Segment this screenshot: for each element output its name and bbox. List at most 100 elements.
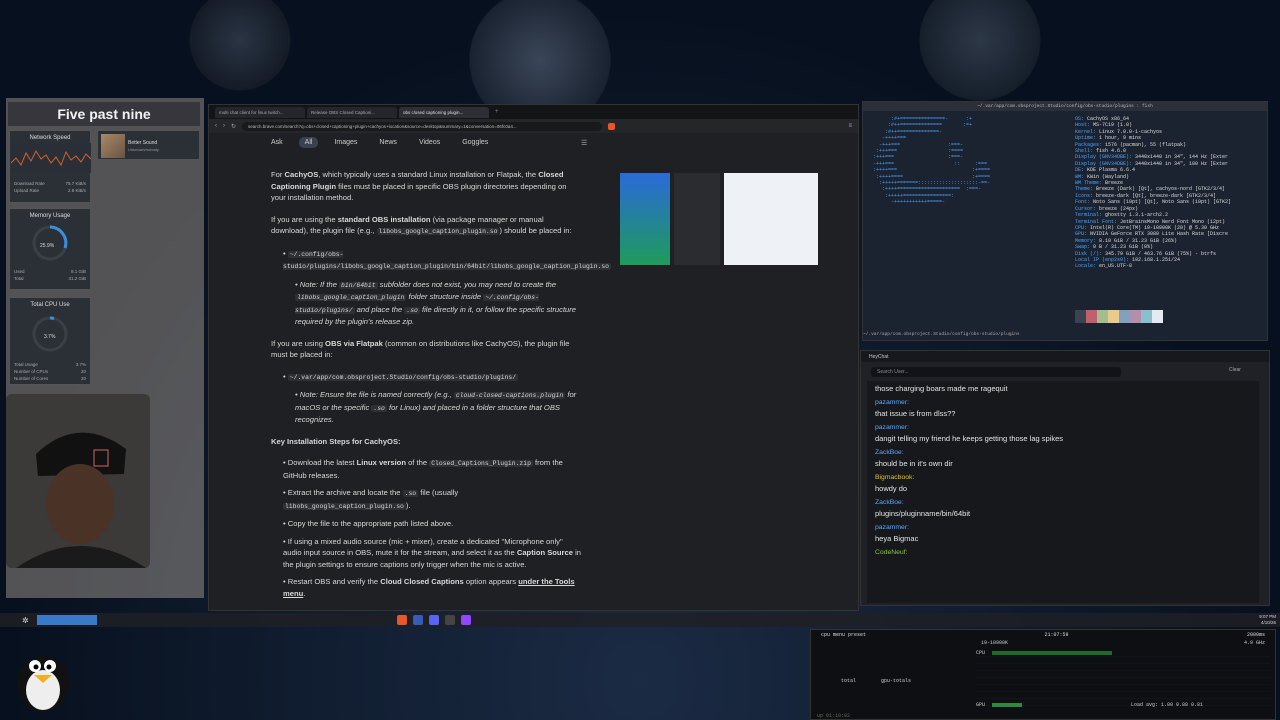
memory-total-label: Total (14, 276, 24, 281)
cpu-bar (992, 651, 1112, 655)
menu-icon[interactable]: ≡ (848, 123, 852, 129)
btop-gpu-label: GPU (976, 702, 986, 708)
forward-icon[interactable]: › (223, 123, 225, 129)
reload-icon[interactable]: ↻ (231, 123, 236, 130)
nav-news[interactable]: News (379, 139, 397, 146)
streamer-silhouette (6, 394, 150, 568)
btop-rate[interactable]: 2000ms (1247, 632, 1265, 638)
palette-swatch (1119, 310, 1130, 323)
nav-goggles[interactable]: Goggles (462, 139, 488, 146)
browser-tab[interactable]: Release OBS Closed Captioni... (307, 106, 397, 118)
sysinfo-key: Display (GNV34DBE): (1075, 160, 1133, 167)
nav-all[interactable]: All (298, 137, 319, 148)
chat-username[interactable]: CodeNeuf: (875, 549, 1251, 556)
btop-time: 21:07:59 (1044, 632, 1069, 638)
app-launcher-icon[interactable]: ✲ (22, 616, 29, 625)
tux-penguin-icon (17, 656, 69, 712)
terminal-icon[interactable] (412, 615, 423, 625)
clock-widget: Five past nine (8, 102, 200, 126)
nav-ask[interactable]: Ask (271, 139, 283, 146)
sysinfo-value: 1576 (pacman), 55 (flatpak) (1105, 141, 1187, 148)
btop-cpu-model: i9-10900K (981, 640, 1009, 646)
cpu-gauge (32, 316, 68, 352)
tab-bar: multi chat client for linux twitch... Re… (209, 105, 858, 119)
chat-username[interactable]: ZackBoe: (875, 449, 1251, 456)
upload-label: Upload Rate (14, 188, 40, 193)
terminal-prompt[interactable]: ~/.var/app/com.obsproject.Studio/config/… (863, 332, 1020, 337)
system-tray[interactable]: 9:07 PM 4/10/26 (1259, 614, 1276, 626)
browser-tab[interactable]: multi chat client for linux twitch... (215, 106, 305, 118)
color-palette (1075, 310, 1163, 323)
chat-text: plugins/pluginname/bin/64bit (875, 509, 971, 518)
network-widget: Network Speed Download Rate 75.7 KiB/s Up… (9, 130, 92, 203)
sysinfo-key: Display (GNV34DBE): (1075, 154, 1133, 161)
new-tab-icon[interactable]: + (495, 109, 499, 115)
chat-username[interactable]: pazammer: (875, 399, 1251, 406)
back-icon[interactable]: ‹ (215, 123, 217, 129)
chat-message: pazammer: that issue is from dlss?? (867, 396, 1259, 421)
twitch-icon[interactable] (460, 615, 471, 625)
chat-text: howdy do (875, 484, 908, 493)
sysinfo-value: KWin (Wayland) (1087, 173, 1130, 180)
download-value: 75.7 KiB/s (65, 181, 86, 186)
path-code[interactable]: ~/.var/app/com.obsproject.Studio/config/… (287, 373, 519, 381)
music-title: Better Sound (128, 140, 158, 146)
chat-username[interactable]: pazammer: (875, 524, 1251, 531)
image-result[interactable] (724, 173, 818, 265)
gpu-bar (992, 703, 1022, 707)
sysinfo-key: Host: (1075, 122, 1091, 129)
sysinfo-value: breeze-dark [Qt], breeze-dark [GTK2/3/4] (1096, 192, 1217, 199)
music-subtitle: Unknown/nobody (128, 147, 159, 152)
chat-text: heya Bigmac (875, 534, 919, 543)
obs-icon[interactable] (444, 615, 455, 625)
terminal-title: ~/.var/app/com.obsproject.Studio/config/… (863, 102, 1267, 111)
palette-swatch (1086, 310, 1097, 323)
btop-menu[interactable]: cpu menu preset (821, 632, 866, 638)
chat-text: dangit telling my friend he keeps gettin… (875, 434, 1064, 443)
sysinfo-key: Swap: (1075, 244, 1091, 251)
image-result[interactable] (620, 173, 670, 265)
clear-button[interactable]: Clear (1229, 367, 1241, 373)
sysinfo-value: 3440x1440 in 34", 100 Hz [Exter (1135, 160, 1229, 167)
url-toolbar: ‹ › ↻ search.brave.com/search?q=obs+clos… (209, 119, 858, 133)
discord-icon[interactable] (428, 615, 439, 625)
palette-swatch (1097, 310, 1108, 323)
fastfetch-info: OS: CachyOS x86_64 Host: MS-7C19 (1.0) Ker… (1075, 116, 1270, 270)
chat-username[interactable]: Bigmacbook: (875, 474, 1251, 481)
sysinfo-key: Packages: (1075, 141, 1103, 148)
music-widget[interactable]: Better Sound Unknown/nobody (97, 130, 200, 160)
sysinfo-value: breeze (24px) (1099, 205, 1139, 212)
steps-heading: Key Installation Steps for CachyOS: (271, 436, 401, 446)
chat-username[interactable]: ZackBoe: (875, 499, 1251, 506)
cpu-row-value: 3.7% (75, 362, 86, 367)
sysinfo-key: Shell: (1075, 148, 1094, 155)
brave-shield-icon[interactable] (608, 122, 616, 130)
btop-uptime: up 01:10:02 (817, 713, 851, 719)
sysinfo-value: Breeze (Dark) [Qt], cachyos-nord [GTK2/3… (1096, 186, 1226, 193)
filter-icon[interactable]: ☰ (581, 139, 587, 147)
nav-images[interactable]: Images (334, 139, 357, 146)
sysinfo-value: KDE Plasma 6.6.4 (1087, 167, 1136, 174)
sysinfo-key: Cursor: (1075, 205, 1097, 212)
path-code[interactable]: ~/.config/obs-studio/plugins/libobs_goog… (283, 250, 611, 270)
chat-username[interactable]: pazammer: (875, 424, 1251, 431)
sysinfo-key: Terminal Font: (1075, 218, 1118, 225)
nav-videos[interactable]: Videos (419, 139, 440, 146)
sysinfo-key: Uptime: (1075, 135, 1097, 142)
sysinfo-value: Linux 7.0.0-1-cachyos (1099, 128, 1163, 135)
btop-cpu-label: CPU (976, 650, 986, 656)
virtual-desktop-pager[interactable] (36, 615, 97, 625)
search-input[interactable]: Search User... (871, 367, 1121, 377)
sysinfo-row: Locale: en_US.UTF-8 (1075, 263, 1270, 269)
browser-window: multi chat client for linux twitch... Re… (208, 104, 859, 611)
btop-total: total (841, 678, 857, 684)
chat-log: those charging boars made me ragequit paz… (867, 381, 1259, 603)
browser-tab-active[interactable]: obs closed captioning plugin... (399, 106, 489, 118)
btop-gpu-totals: gpu-totals (881, 678, 912, 684)
brave-icon[interactable] (396, 615, 407, 625)
sysinfo-value: MS-7C19 (1.0) (1093, 122, 1133, 129)
image-result[interactable] (674, 173, 720, 265)
cachyos-ascii-logo: :#+===============- :+ :#++=============… (873, 116, 991, 206)
terminal-window[interactable]: ~/.var/app/com.obsproject.Studio/config/… (862, 101, 1268, 341)
address-bar[interactable]: search.brave.com/search?q=obs+closed+cap… (242, 121, 603, 131)
